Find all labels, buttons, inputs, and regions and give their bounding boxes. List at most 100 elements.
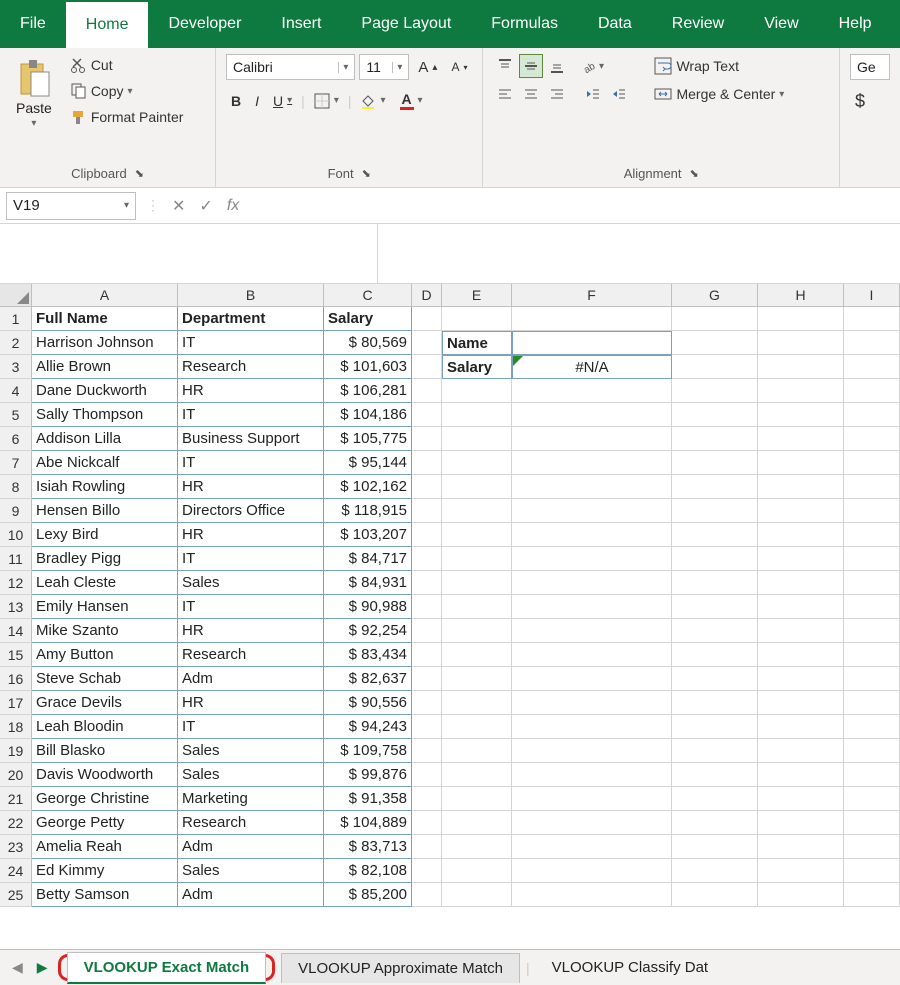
cell[interactable] — [442, 427, 512, 451]
cell[interactable]: $ 109,758 — [324, 739, 412, 763]
cell[interactable] — [672, 595, 758, 619]
cell[interactable] — [442, 787, 512, 811]
cell[interactable] — [758, 523, 844, 547]
cell[interactable]: $ 90,988 — [324, 595, 412, 619]
cell[interactable] — [672, 307, 758, 331]
cell[interactable] — [672, 859, 758, 883]
cell[interactable] — [512, 859, 672, 883]
cell[interactable] — [442, 403, 512, 427]
cell[interactable]: Research — [178, 643, 324, 667]
cell[interactable] — [672, 691, 758, 715]
cell[interactable]: $ 91,358 — [324, 787, 412, 811]
cell[interactable] — [844, 331, 900, 355]
cell[interactable] — [442, 859, 512, 883]
row-header[interactable]: 23 — [0, 835, 32, 859]
row-header[interactable]: 1 — [0, 307, 32, 331]
row-header[interactable]: 6 — [0, 427, 32, 451]
column-header[interactable]: B — [178, 284, 324, 306]
cell[interactable] — [758, 355, 844, 379]
cell[interactable] — [512, 571, 672, 595]
sheet-tab[interactable]: VLOOKUP Classify Dat — [536, 953, 724, 982]
cell[interactable] — [442, 691, 512, 715]
cell[interactable] — [758, 739, 844, 763]
cell[interactable]: Grace Devils — [32, 691, 178, 715]
row-header[interactable]: 17 — [0, 691, 32, 715]
row-header[interactable]: 18 — [0, 715, 32, 739]
cell[interactable] — [412, 883, 442, 907]
cell[interactable]: #N/A — [512, 355, 672, 379]
cell[interactable]: Isiah Rowling — [32, 475, 178, 499]
cell[interactable] — [442, 571, 512, 595]
italic-button[interactable]: I — [250, 90, 264, 112]
cell[interactable] — [672, 835, 758, 859]
cell[interactable]: Adm — [178, 883, 324, 907]
cell[interactable] — [844, 667, 900, 691]
cell[interactable] — [758, 595, 844, 619]
cell[interactable] — [442, 379, 512, 403]
cell[interactable]: Ed Kimmy — [32, 859, 178, 883]
cell[interactable] — [412, 571, 442, 595]
cell[interactable] — [672, 763, 758, 787]
cell[interactable] — [442, 715, 512, 739]
cell[interactable]: Lexy Bird — [32, 523, 178, 547]
cell[interactable] — [758, 379, 844, 403]
cell[interactable] — [412, 739, 442, 763]
cell[interactable] — [672, 499, 758, 523]
cell[interactable]: Amelia Reah — [32, 835, 178, 859]
align-left-button[interactable] — [493, 82, 517, 106]
cell[interactable]: Hensen Billo — [32, 499, 178, 523]
cell[interactable]: $ 101,603 — [324, 355, 412, 379]
cell[interactable] — [412, 763, 442, 787]
fill-color-button[interactable]: ▾ — [355, 90, 390, 112]
row-header[interactable]: 16 — [0, 667, 32, 691]
cell[interactable] — [512, 715, 672, 739]
cell[interactable] — [412, 859, 442, 883]
cell[interactable] — [412, 523, 442, 547]
cell[interactable]: Full Name — [32, 307, 178, 331]
cell[interactable]: $ 105,775 — [324, 427, 412, 451]
cell[interactable]: $ 84,717 — [324, 547, 412, 571]
cell[interactable] — [758, 331, 844, 355]
cell[interactable] — [412, 595, 442, 619]
decrease-indent-button[interactable] — [581, 82, 605, 106]
cell[interactable] — [672, 643, 758, 667]
paste-button[interactable]: Paste ▾ — [10, 54, 58, 133]
cell[interactable] — [758, 715, 844, 739]
dialog-launcher-icon[interactable]: ⬊ — [135, 167, 144, 180]
column-header[interactable]: F — [512, 284, 672, 306]
cell[interactable] — [758, 667, 844, 691]
cell[interactable]: Adm — [178, 667, 324, 691]
cell[interactable] — [442, 475, 512, 499]
cell[interactable] — [844, 547, 900, 571]
cell[interactable] — [512, 643, 672, 667]
decrease-font-button[interactable]: A▾ — [446, 57, 472, 77]
cell[interactable] — [412, 691, 442, 715]
cell[interactable]: HR — [178, 691, 324, 715]
cell[interactable]: Addison Lilla — [32, 427, 178, 451]
column-header[interactable]: D — [412, 284, 442, 306]
cell[interactable] — [512, 403, 672, 427]
cell[interactable] — [412, 643, 442, 667]
sheet-tab[interactable]: VLOOKUP Approximate Match — [281, 953, 520, 983]
cell[interactable] — [758, 427, 844, 451]
row-header[interactable]: 11 — [0, 547, 32, 571]
font-color-button[interactable]: A▾ — [395, 88, 428, 113]
align-bottom-button[interactable] — [545, 54, 569, 78]
cell[interactable] — [844, 883, 900, 907]
cell[interactable]: HR — [178, 523, 324, 547]
cell[interactable] — [442, 739, 512, 763]
cell[interactable] — [442, 523, 512, 547]
cell[interactable] — [844, 715, 900, 739]
cell[interactable]: IT — [178, 451, 324, 475]
cell[interactable]: $ 83,434 — [324, 643, 412, 667]
cell[interactable] — [758, 835, 844, 859]
cell[interactable] — [512, 619, 672, 643]
cell[interactable] — [412, 451, 442, 475]
row-header[interactable]: 7 — [0, 451, 32, 475]
cell[interactable]: HR — [178, 619, 324, 643]
cell[interactable] — [442, 763, 512, 787]
cell[interactable] — [758, 643, 844, 667]
format-painter-button[interactable]: Format Painter — [66, 106, 189, 128]
cell[interactable]: Mike Szanto — [32, 619, 178, 643]
cell[interactable]: Sales — [178, 739, 324, 763]
